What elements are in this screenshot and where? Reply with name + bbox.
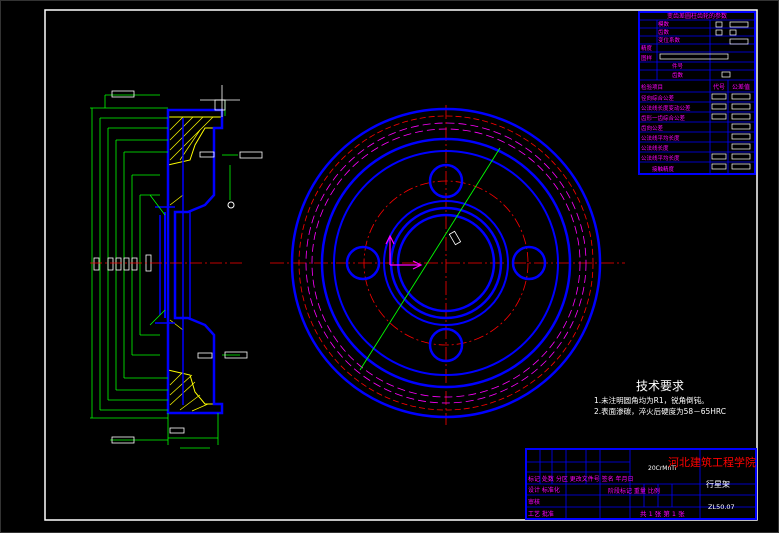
param-row-label: 公法线平均长度 [641, 154, 680, 162]
sheet-count: 共 1 张 第 1 张 [640, 509, 685, 518]
param-table-title: 变齿差圆柱齿轮的参数 [667, 12, 727, 20]
front-view [270, 105, 625, 425]
datum-marker [227, 201, 235, 209]
param-col-code: 代号 [713, 83, 725, 91]
title-row-4: 工艺 批准 [528, 510, 554, 518]
title-row-1: 标记 处数 分区 更改文件号 签名 年月日 [528, 475, 634, 483]
param-row-label: 齿数 [672, 71, 684, 79]
drawing-number: ZL50.07 [708, 503, 735, 511]
tech-title: 技术要求 [636, 379, 684, 393]
param-row-label: 公法线平均长度 [641, 134, 680, 142]
part-name: 行星架 [706, 479, 730, 489]
param-row-label: 齿数 [658, 28, 670, 36]
param-row-label: 齿形一齿综合公差 [641, 114, 686, 122]
stage-mark: 阶段标记 重量 比例 [608, 487, 660, 495]
school-name: 河北建筑工程学院 [668, 455, 756, 469]
title-block: 20CrMnTi 河北建筑工程学院 行星架 ZL50.07 标记 处数 分区 更… [525, 448, 757, 520]
tech-note-1: 1.未注明圆角均为R1，锐角倒钝。 [594, 395, 709, 405]
hatch-lines [169, 116, 214, 412]
param-row-label: 图样 [641, 54, 653, 62]
param-row-label: 检验项目 [641, 83, 663, 91]
title-row-2: 设计 标准化 [528, 486, 560, 494]
param-row-label: 精度 [641, 44, 653, 52]
param-row-label: 变位系数 [658, 36, 681, 44]
param-row-label: 公法线长度 [641, 144, 669, 152]
param-row-label: 径向综合公差 [641, 94, 675, 102]
param-row-label: 件号 [672, 62, 684, 70]
param-row-label: 接触精度 [652, 165, 675, 173]
param-row-label: 模数 [658, 20, 670, 28]
param-row-label: 公法线长度变动公差 [641, 104, 691, 112]
title-row-3: 审核 [528, 498, 540, 506]
cad-drawing: 变齿差圆柱齿轮的参数 模数齿数变位系数精度图样件号齿数检验项目径向综合公差公法线… [0, 0, 779, 533]
technical-requirements: 技术要求 1.未注明圆角均为R1，锐角倒钝。 2.表面渗碳，淬火后硬度为58－6… [594, 379, 726, 416]
tech-note-2: 2.表面渗碳，淬火后硬度为58－65HRC [594, 406, 726, 416]
param-row-label: 齿向公差 [641, 124, 664, 132]
parameter-table: 变齿差圆柱齿轮的参数 模数齿数变位系数精度图样件号齿数检验项目径向综合公差公法线… [638, 11, 756, 175]
side-section-view [90, 85, 263, 449]
param-table-rows: 模数齿数变位系数精度图样件号齿数检验项目径向综合公差公法线长度变动公差齿形一齿综… [641, 20, 691, 173]
param-col-tolerance: 公差值 [732, 83, 750, 91]
